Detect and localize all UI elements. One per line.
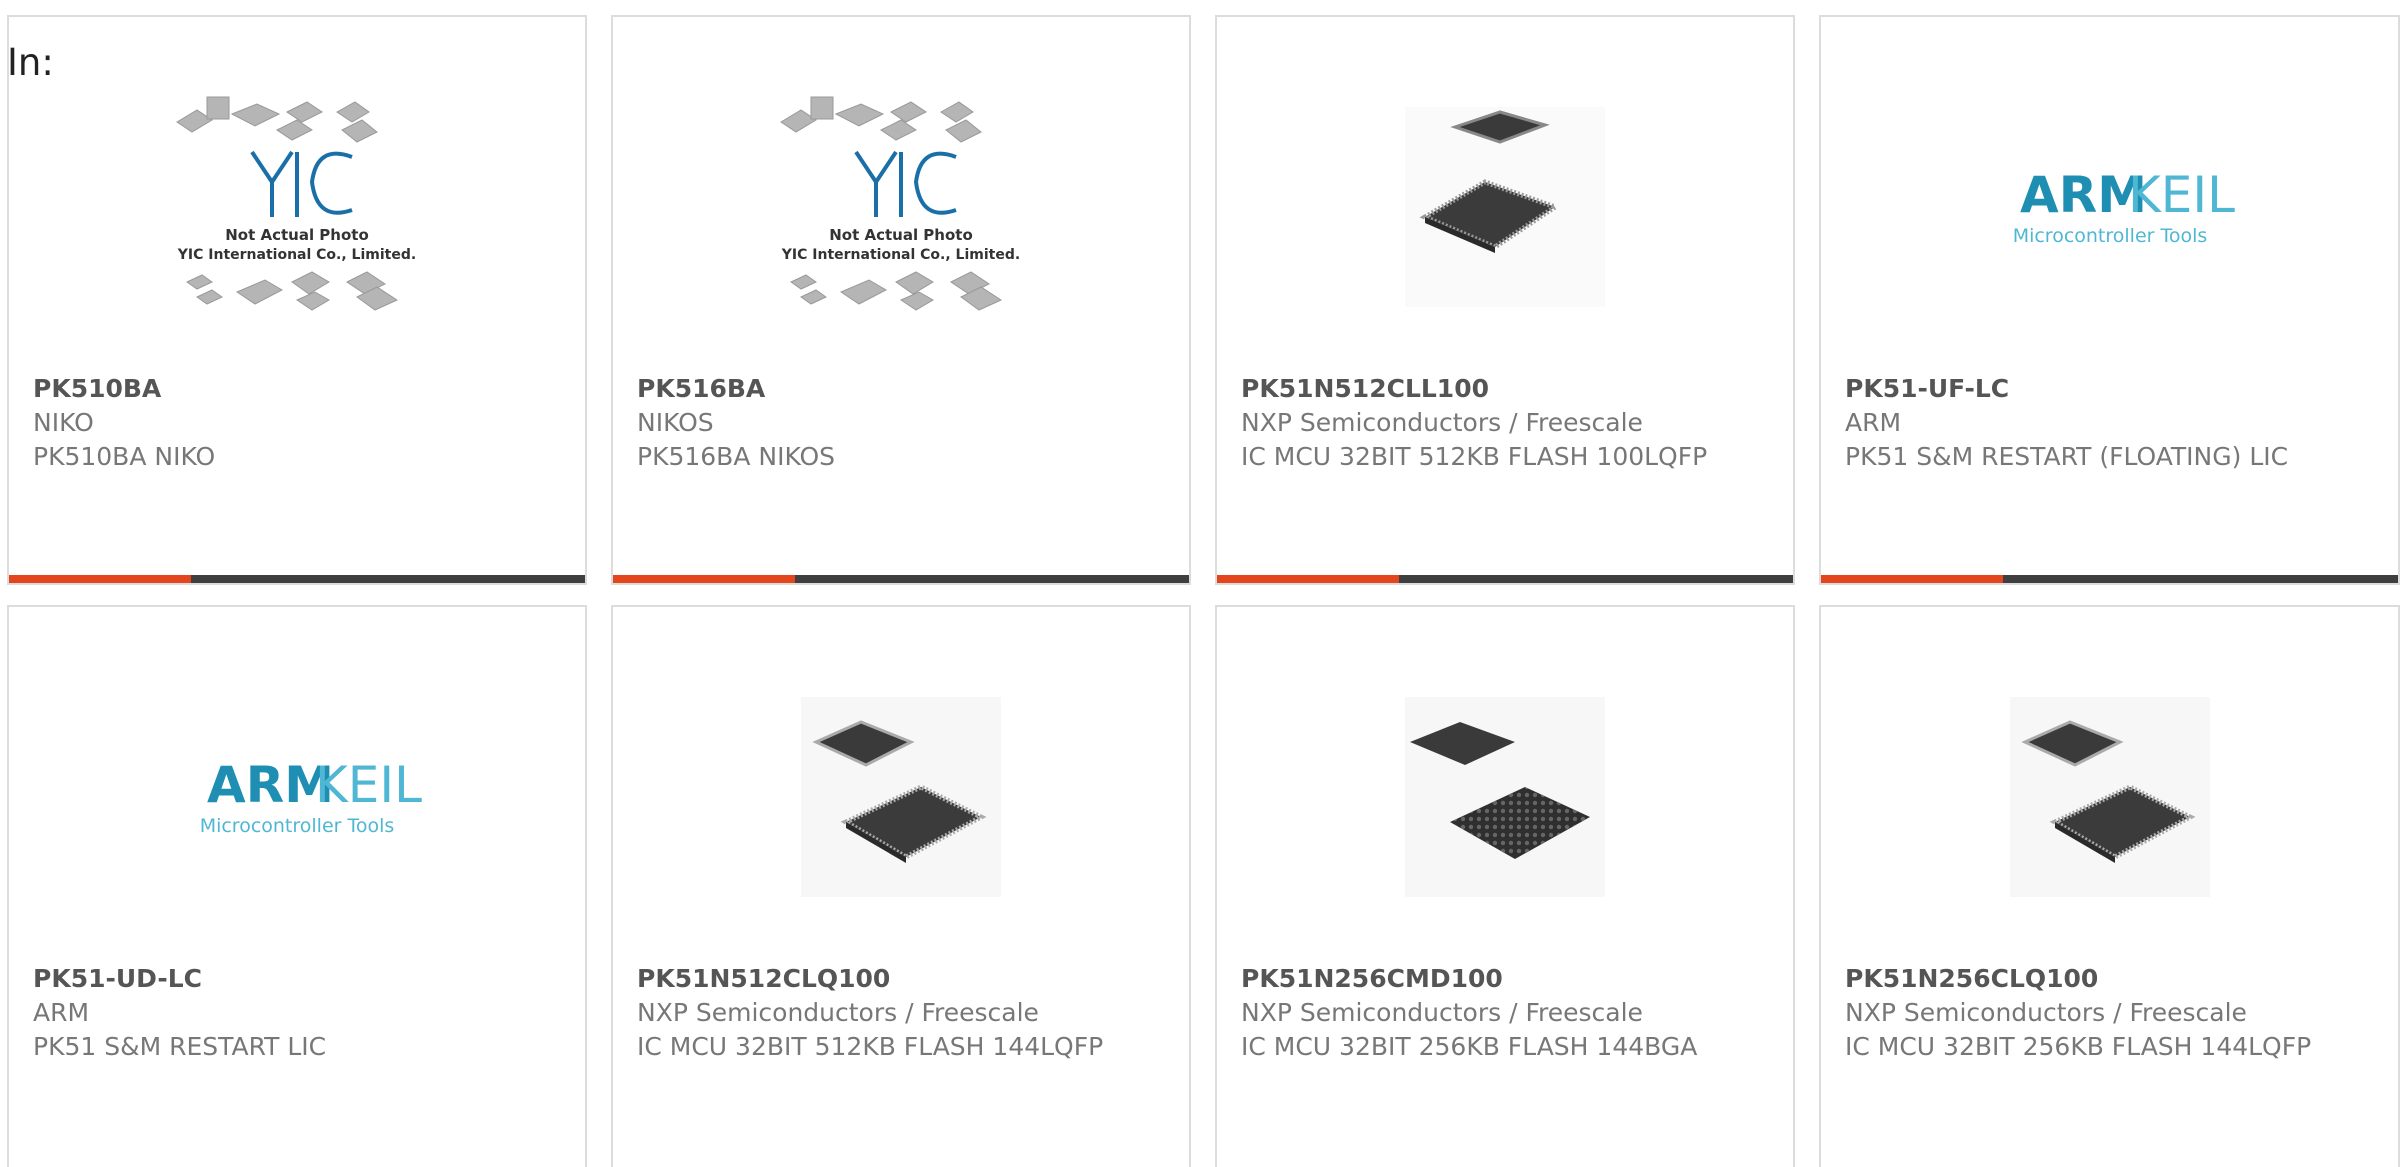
part-number[interactable]: PK51N512CLL100 xyxy=(1241,372,1773,406)
part-number[interactable]: PK51-UF-LC xyxy=(1845,372,2378,406)
product-card-pk516ba[interactable]: Not Actual Photo YIC International Co., … xyxy=(611,15,1191,585)
product-card-pk51n256clq100[interactable]: PK51N256CLQ100 NXP Semiconductors / Free… xyxy=(1819,605,2400,1167)
product-card-pk51n256cmd100[interactable]: PK51N256CMD100 NXP Semiconductors / Free… xyxy=(1215,605,1795,1167)
product-image: ARM KEIL Microcontroller Tools xyxy=(9,667,585,927)
product-card-pk51n512clq100[interactable]: PK51N512CLQ100 NXP Semiconductors / Free… xyxy=(611,605,1191,1167)
product-text: PK510BA NIKO PK510BA NIKO xyxy=(33,372,565,474)
product-text: PK516BA NIKOS PK516BA NIKOS xyxy=(637,372,1169,474)
product-text: PK51N512CLQ100 NXP Semiconductors / Free… xyxy=(637,962,1169,1064)
description: PK51 S&M RESTART LIC xyxy=(33,1032,327,1061)
in-label: In: xyxy=(7,41,54,84)
chip-lqfp-image xyxy=(1405,107,1605,307)
product-image xyxy=(1217,77,1793,337)
manufacturer: NIKOS xyxy=(637,408,714,437)
manufacturer: NXP Semiconductors / Freescale xyxy=(637,998,1039,1027)
product-text: PK51N256CMD100 NXP Semiconductors / Free… xyxy=(1241,962,1773,1064)
product-image xyxy=(1821,667,2398,927)
manufacturer: NXP Semiconductors / Freescale xyxy=(1845,998,2247,1027)
description: IC MCU 32BIT 512KB FLASH 100LQFP xyxy=(1241,442,1708,471)
product-image: ARM KEIL Microcontroller Tools xyxy=(1821,77,2398,337)
placeholder-image: Not Actual Photo YIC International Co., … xyxy=(176,96,416,311)
part-number[interactable]: PK516BA xyxy=(637,372,1169,406)
arm-keil-logo: ARM KEIL Microcontroller Tools xyxy=(200,756,422,837)
product-image: Not Actual Photo YIC International Co., … xyxy=(613,77,1189,337)
product-grid-page: In: Not Actual Photo YIC International C… xyxy=(0,0,2400,1167)
description: PK510BA NIKO xyxy=(33,442,216,471)
placeholder-image: Not Actual Photo YIC International Co., … xyxy=(780,96,1020,311)
manufacturer: NXP Semiconductors / Freescale xyxy=(1241,408,1643,437)
product-card-pk51-ud-lc[interactable]: ARM KEIL Microcontroller Tools PK51-UD-L… xyxy=(7,605,587,1167)
chip-bga-image xyxy=(1405,697,1605,897)
manufacturer: ARM xyxy=(1845,408,1902,437)
product-image: Not Actual Photo YIC International Co., … xyxy=(9,77,585,337)
description: IC MCU 32BIT 256KB FLASH 144BGA xyxy=(1241,1032,1698,1061)
card-bar xyxy=(1217,575,1793,583)
placeholder-line2: YIC International Co., Limited. xyxy=(177,247,416,263)
product-image xyxy=(1217,667,1793,927)
part-number[interactable]: PK510BA xyxy=(33,372,565,406)
manufacturer: ARM xyxy=(33,998,90,1027)
product-card-pk51n512cll100[interactable]: PK51N512CLL100 NXP Semiconductors / Free… xyxy=(1215,15,1795,585)
part-number[interactable]: PK51-UD-LC xyxy=(33,962,565,996)
product-card-pk51-uf-lc[interactable]: ARM KEIL Microcontroller Tools PK51-UF-L… xyxy=(1819,15,2400,585)
chip-lqfp-image xyxy=(801,697,1001,897)
product-text: PK51N256CLQ100 NXP Semiconductors / Free… xyxy=(1845,962,2378,1064)
product-image xyxy=(613,667,1189,927)
placeholder-line2: YIC International Co., Limited. xyxy=(781,247,1020,263)
keil-text: KEIL xyxy=(2128,166,2235,224)
tagline-text: Microcontroller Tools xyxy=(200,815,395,837)
placeholder-line1: Not Actual Photo xyxy=(829,226,973,244)
product-text: PK51-UF-LC ARM PK51 S&M RESTART (FLOATIN… xyxy=(1845,372,2378,474)
card-bar-accent xyxy=(9,575,191,583)
card-bar-accent xyxy=(1217,575,1399,583)
part-number[interactable]: PK51N512CLQ100 xyxy=(637,962,1169,996)
keil-text: KEIL xyxy=(315,756,422,814)
product-text: PK51N512CLL100 NXP Semiconductors / Free… xyxy=(1241,372,1773,474)
card-bar-accent xyxy=(1821,575,2003,583)
card-bar xyxy=(9,575,585,583)
arm-keil-logo: ARM KEIL Microcontroller Tools xyxy=(2012,166,2235,247)
card-bar xyxy=(1821,575,2398,583)
card-bar xyxy=(613,575,1189,583)
product-text: PK51-UD-LC ARM PK51 S&M RESTART LIC xyxy=(33,962,565,1064)
product-card-pk510ba[interactable]: Not Actual Photo YIC International Co., … xyxy=(7,15,587,585)
description: PK516BA NIKOS xyxy=(637,442,836,471)
card-bar-accent xyxy=(613,575,795,583)
placeholder-line1: Not Actual Photo xyxy=(225,226,369,244)
chip-lqfp-image xyxy=(2009,697,2210,897)
description: PK51 S&M RESTART (FLOATING) LIC xyxy=(1845,442,2289,471)
description: IC MCU 32BIT 512KB FLASH 144LQFP xyxy=(637,1032,1104,1061)
description: IC MCU 32BIT 256KB FLASH 144LQFP xyxy=(1845,1032,2312,1061)
part-number[interactable]: PK51N256CMD100 xyxy=(1241,962,1773,996)
manufacturer: NIKO xyxy=(33,408,94,437)
tagline-text: Microcontroller Tools xyxy=(2012,225,2207,247)
manufacturer: NXP Semiconductors / Freescale xyxy=(1241,998,1643,1027)
part-number[interactable]: PK51N256CLQ100 xyxy=(1845,962,2378,996)
